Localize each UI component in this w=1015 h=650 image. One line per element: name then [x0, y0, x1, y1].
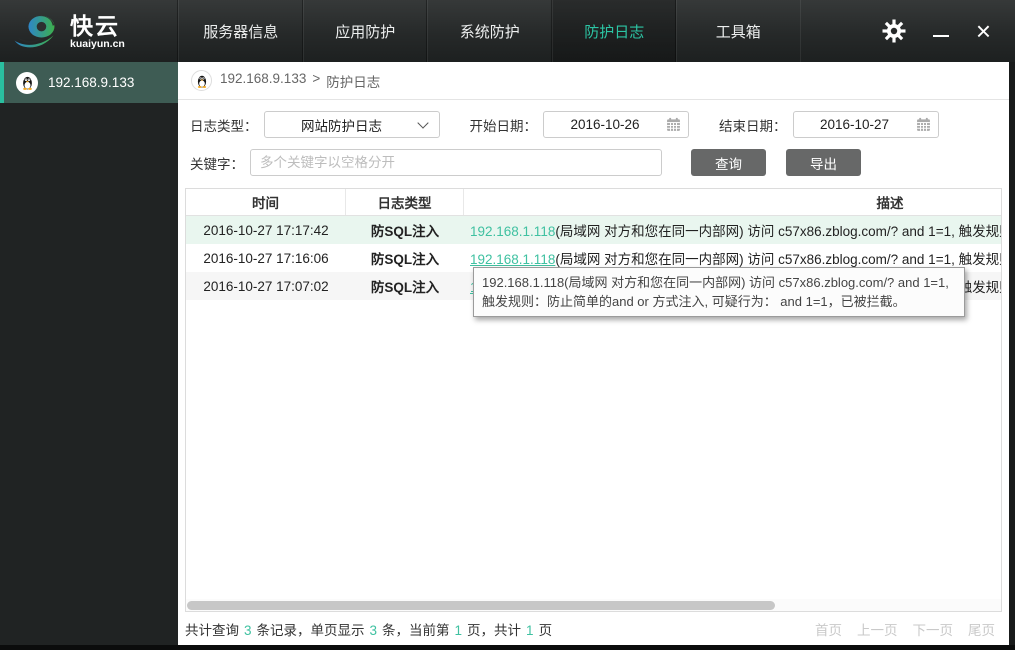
breadcrumb: 192.168.9.133 > 防护日志 [178, 62, 1009, 100]
end-date-value: 2016-10-27 [819, 117, 890, 132]
pagination: 首页 上一页 下一页 尾页 [815, 619, 995, 639]
pagination-footer: 共计查询 3 条记录，单页显示 3 条，当前第 1 页，共计 1 页 首页 上一页 下一页 尾页 [178, 612, 1009, 645]
nav-server-info[interactable]: 服务器信息 [178, 0, 303, 62]
main-content: 192.168.9.133 > 防护日志 日志类型： 网站防护日志 开始日期： … [178, 62, 1009, 645]
window-controls: × [882, 0, 1015, 62]
sidebar-server-item[interactable]: 192.168.9.133 [0, 62, 178, 103]
start-date-label: 开始日期： [469, 118, 538, 134]
brand-domain: kuaiyun.cn [70, 37, 125, 50]
log-description: 192.168.1.118(局域网 对方和您在同一内部网) 访问 c57x86.… [464, 220, 1001, 240]
filter-panel: 日志类型： 网站防护日志 开始日期： 2016-10-26 结束日期： 2016… [178, 100, 1009, 188]
total-records-count: 3 [244, 622, 252, 638]
tux-linux-icon [191, 70, 212, 91]
total-pages-count: 1 [526, 622, 534, 638]
keyword-input[interactable] [250, 149, 662, 176]
column-header-log-type: 日志类型 [346, 189, 464, 215]
window-right-edge [1009, 62, 1015, 650]
log-time: 2016-10-27 17:17:42 [203, 222, 329, 238]
record-summary: 共计查询 3 条记录，单页显示 3 条，当前第 1 页，共计 1 页 [185, 622, 553, 638]
description-text: (局域网 对方和您在同一内部网) 访问 c57x86.zblog.com/? a… [555, 252, 1001, 267]
server-sidebar: 192.168.9.133 [0, 62, 178, 645]
nav-app-protection[interactable]: 应用防护 [302, 0, 428, 62]
log-type-select[interactable]: 网站防护日志 [263, 111, 440, 138]
end-date-input[interactable]: 2016-10-27 [792, 111, 939, 138]
log-description: 192.168.1.118(局域网 对方和您在同一内部网) 访问 c57x86.… [464, 248, 1001, 268]
last-page-link[interactable]: 尾页 [968, 619, 995, 639]
nav-protection-logs[interactable]: 防护日志 [551, 0, 676, 62]
log-table: 时间 日志类型 描述 2016-10-27 17:17:42 防SQL注入 19… [185, 188, 1002, 612]
table-header-row: 时间 日志类型 描述 [186, 189, 1001, 216]
log-time: 2016-10-27 17:16:06 [203, 250, 329, 266]
settings-gear-icon[interactable] [882, 19, 906, 43]
app-logo: 快云 kuaiyun.cn [0, 0, 178, 62]
nav-toolbox[interactable]: 工具箱 [676, 0, 801, 62]
start-date-input[interactable]: 2016-10-26 [543, 111, 689, 138]
log-type-value: 网站防护日志 [301, 118, 382, 134]
minimize-button[interactable] [932, 20, 949, 42]
tux-linux-icon [16, 71, 38, 94]
log-type: 防SQL注入 [370, 224, 440, 239]
close-button[interactable]: × [976, 18, 991, 44]
first-page-link[interactable]: 首页 [815, 619, 842, 639]
horizontal-scrollbar-thumb[interactable] [187, 601, 775, 610]
column-header-time: 时间 [186, 189, 346, 215]
calendar-icon[interactable] [666, 117, 681, 132]
brand-title: 快云 [70, 12, 120, 39]
log-time: 2016-10-27 17:07:02 [203, 278, 329, 294]
log-type-label: 日志类型： [190, 118, 258, 134]
current-page-number: 1 [454, 622, 463, 638]
chevron-down-icon [416, 116, 429, 129]
prev-page-link[interactable]: 上一页 [857, 619, 898, 639]
logo-swirl-icon [14, 15, 55, 48]
title-bar: 快云 kuaiyun.cn 服务器信息 应用防护 系统防护 防护日志 工具箱 × [0, 0, 1015, 62]
export-button[interactable]: 导出 [786, 149, 861, 176]
horizontal-scrollbar[interactable] [186, 599, 1001, 611]
log-type: 防SQL注入 [370, 252, 440, 267]
column-header-description: 描述 [876, 196, 904, 211]
keyword-label: 关键字： [190, 156, 244, 172]
logo-text: 快云 kuaiyun.cn [70, 12, 125, 50]
nav-system-protection[interactable]: 系统防护 [427, 0, 552, 62]
minimize-icon [932, 35, 949, 37]
log-type: 防SQL注入 [370, 280, 440, 295]
description-tooltip: 192.168.1.118(局域网 对方和您在同一内部网) 访问 c57x86.… [473, 267, 965, 317]
main-nav: 服务器信息 应用防护 系统防护 防护日志 工具箱 [178, 0, 801, 62]
sidebar-server-ip: 192.168.9.133 [48, 75, 135, 90]
page-size-count: 3 [369, 622, 378, 638]
breadcrumb-separator: > [312, 70, 321, 86]
window-bottom-edge [0, 645, 1015, 650]
table-row[interactable]: 2016-10-27 17:17:42 防SQL注入 192.168.1.118… [186, 216, 1001, 244]
start-date-value: 2016-10-26 [570, 117, 640, 132]
source-ip-link[interactable]: 192.168.1.118 [470, 224, 555, 239]
breadcrumb-server: 192.168.9.133 [220, 70, 307, 86]
source-ip-link[interactable]: 192.168.1.118 [470, 252, 555, 267]
end-date-label: 结束日期： [719, 118, 787, 134]
calendar-icon[interactable] [916, 117, 931, 132]
breadcrumb-page: 防护日志 [326, 74, 381, 90]
next-page-link[interactable]: 下一页 [913, 619, 954, 639]
query-button[interactable]: 查询 [691, 149, 766, 176]
description-text: (局域网 对方和您在同一内部网) 访问 c57x86.zblog.com/? a… [555, 224, 1001, 239]
